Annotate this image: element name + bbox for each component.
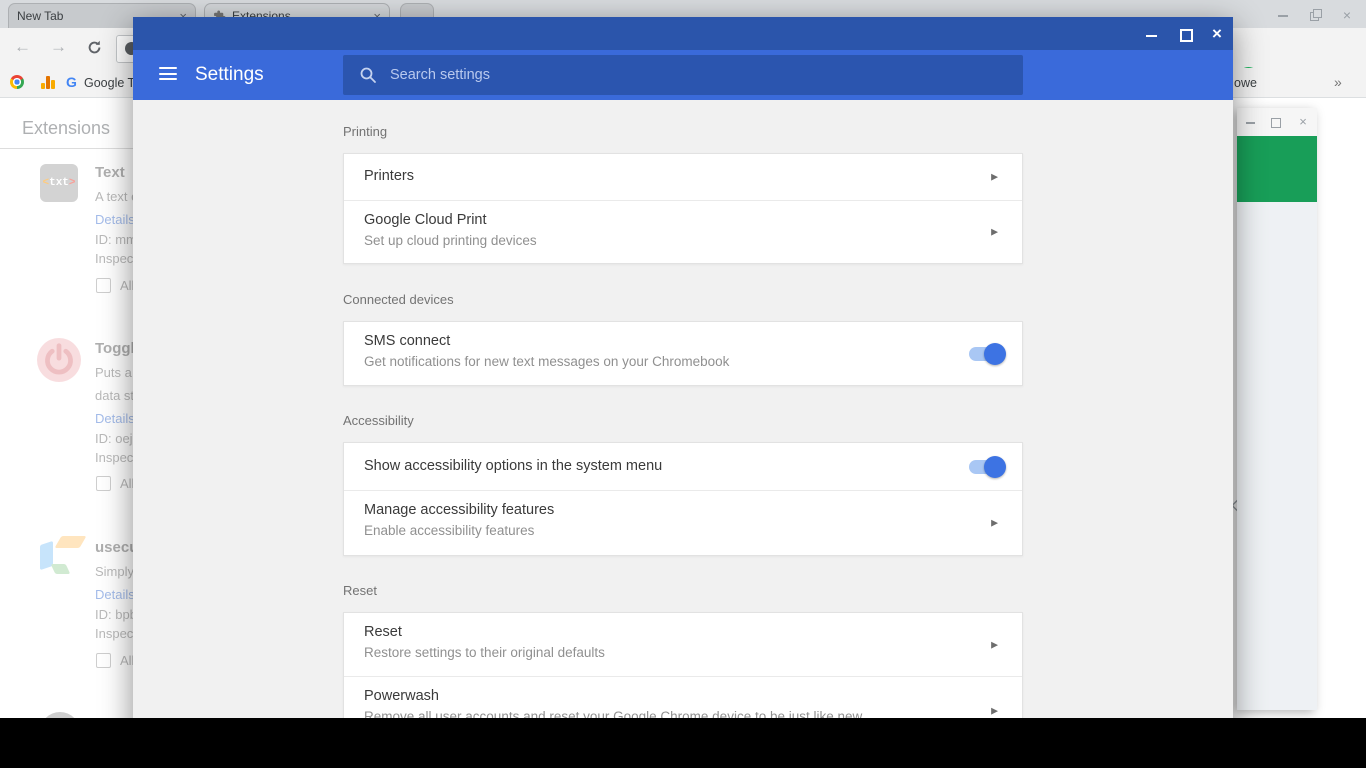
background-app-window[interactable]: × [1237, 108, 1317, 710]
bookmark-google-label[interactable]: Google T [84, 76, 135, 90]
row-title: SMS connect [364, 333, 451, 349]
row-title: Powerwash [364, 688, 439, 704]
sms-connect-toggle[interactable] [969, 342, 1006, 365]
row-subtitle: Enable accessibility features [364, 523, 535, 538]
screen: New Tab × Extensions × × ← → G LI G [0, 0, 1366, 768]
section-label-connected-devices: Connected devices [343, 292, 454, 307]
subpage-arrow-icon: ▶ [991, 171, 998, 182]
row-title: Google Cloud Print [364, 212, 487, 228]
inspect-line: Inspect [95, 626, 137, 641]
subpage-arrow-icon: ▶ [991, 226, 998, 237]
minimize-icon[interactable] [1245, 116, 1257, 128]
toggl-extension-icon [37, 338, 81, 382]
connected-devices-card: SMS connect Get notifications for new te… [343, 321, 1023, 386]
accessibility-card: Show accessibility options in the system… [343, 442, 1023, 556]
row-reset[interactable]: Reset Restore settings to their original… [344, 613, 1022, 676]
maximize-icon[interactable] [1177, 26, 1193, 42]
row-subtitle: Restore settings to their original defau… [364, 645, 605, 660]
minimize-icon[interactable] [1144, 26, 1160, 42]
google-bookmark-icon[interactable]: G [66, 74, 77, 90]
row-title: Manage accessibility features [364, 502, 555, 518]
settings-titlebar[interactable]: × [133, 17, 1233, 50]
bookmark-fragment-label[interactable]: owe [1234, 76, 1257, 90]
inspect-line: Inspect [95, 251, 137, 266]
extension-name: Text [95, 164, 125, 181]
window-titlebar: × [1237, 108, 1317, 137]
allow-checkbox[interactable] [96, 278, 111, 293]
analytics-bookmark-icon[interactable] [41, 76, 55, 89]
row-sms-connect[interactable]: SMS connect Get notifications for new te… [344, 322, 1022, 385]
subpage-arrow-icon: ▶ [991, 517, 998, 528]
extension-name: usecu [95, 539, 139, 556]
usecu-extension-icon [40, 536, 87, 576]
inspect-line: Inspect [95, 450, 137, 465]
row-printers[interactable]: Printers ▶ [344, 154, 1022, 200]
row-subtitle: Set up cloud printing devices [364, 233, 537, 248]
settings-content: Printing Printers ▶ Google Cloud Print S… [133, 100, 1233, 768]
settings-window: × Settings Search settings Printing Prin… [133, 17, 1233, 768]
search-icon [360, 67, 376, 83]
shelf: +-×= ♪ HOLY BIBLE 8:30 US [0, 718, 1366, 768]
extension-id: ID: mm [95, 232, 137, 247]
subpage-arrow-icon: ▶ [991, 705, 998, 715]
extension-id: ID: bpb [95, 607, 137, 622]
browser-restore-icon[interactable] [1308, 8, 1322, 22]
close-icon[interactable]: × [1297, 115, 1309, 128]
extension-desc: Simply [95, 564, 135, 579]
bookmarks-overflow-icon[interactable]: » [1334, 74, 1342, 90]
extension-desc: Puts a [95, 365, 132, 380]
row-title: Show accessibility options in the system… [364, 458, 663, 474]
forward-icon[interactable]: → [50, 37, 67, 57]
search-placeholder: Search settings [390, 67, 490, 83]
section-label-printing: Printing [343, 124, 388, 139]
printing-card: Printers ▶ Google Cloud Print Set up clo… [343, 153, 1023, 264]
row-title: Printers [364, 168, 414, 184]
row-show-accessibility-options[interactable]: Show accessibility options in the system… [344, 443, 1022, 490]
details-link[interactable]: Details [95, 212, 135, 227]
extension-desc: A text e [95, 189, 139, 204]
settings-header: Settings Search settings [133, 50, 1233, 100]
back-icon[interactable]: ← [14, 37, 31, 57]
details-link[interactable]: Details [95, 411, 135, 426]
row-title: Reset [364, 624, 402, 640]
allow-checkbox[interactable] [96, 476, 111, 491]
window-header [1237, 136, 1317, 202]
extension-name: Toggl [95, 340, 135, 357]
menu-icon[interactable] [159, 67, 177, 81]
details-link[interactable]: Details [95, 587, 135, 602]
row-manage-accessibility[interactable]: Manage accessibility features Enable acc… [344, 490, 1022, 555]
browser-minimize-icon[interactable] [1276, 8, 1290, 22]
settings-title: Settings [195, 64, 264, 85]
row-google-cloud-print[interactable]: Google Cloud Print Set up cloud printing… [344, 200, 1022, 263]
section-label-reset: Reset [343, 583, 377, 598]
text-extension-icon: <txt> [40, 164, 78, 202]
row-subtitle: Get notifications for new text messages … [364, 354, 730, 369]
close-icon[interactable]: × [1209, 25, 1225, 42]
chrome-ring-bookmark-icon[interactable] [10, 75, 24, 89]
accessibility-options-toggle[interactable] [969, 455, 1006, 478]
allow-checkbox[interactable] [96, 653, 111, 668]
extension-desc: data st [95, 388, 135, 403]
reload-icon[interactable] [86, 39, 103, 61]
search-settings-input[interactable]: Search settings [343, 55, 1023, 95]
section-label-accessibility: Accessibility [343, 413, 414, 428]
browser-close-icon[interactable]: × [1340, 8, 1354, 22]
maximize-icon[interactable] [1270, 116, 1282, 128]
subpage-arrow-icon: ▶ [991, 639, 998, 649]
extensions-page-title: Extensions [22, 118, 111, 138]
